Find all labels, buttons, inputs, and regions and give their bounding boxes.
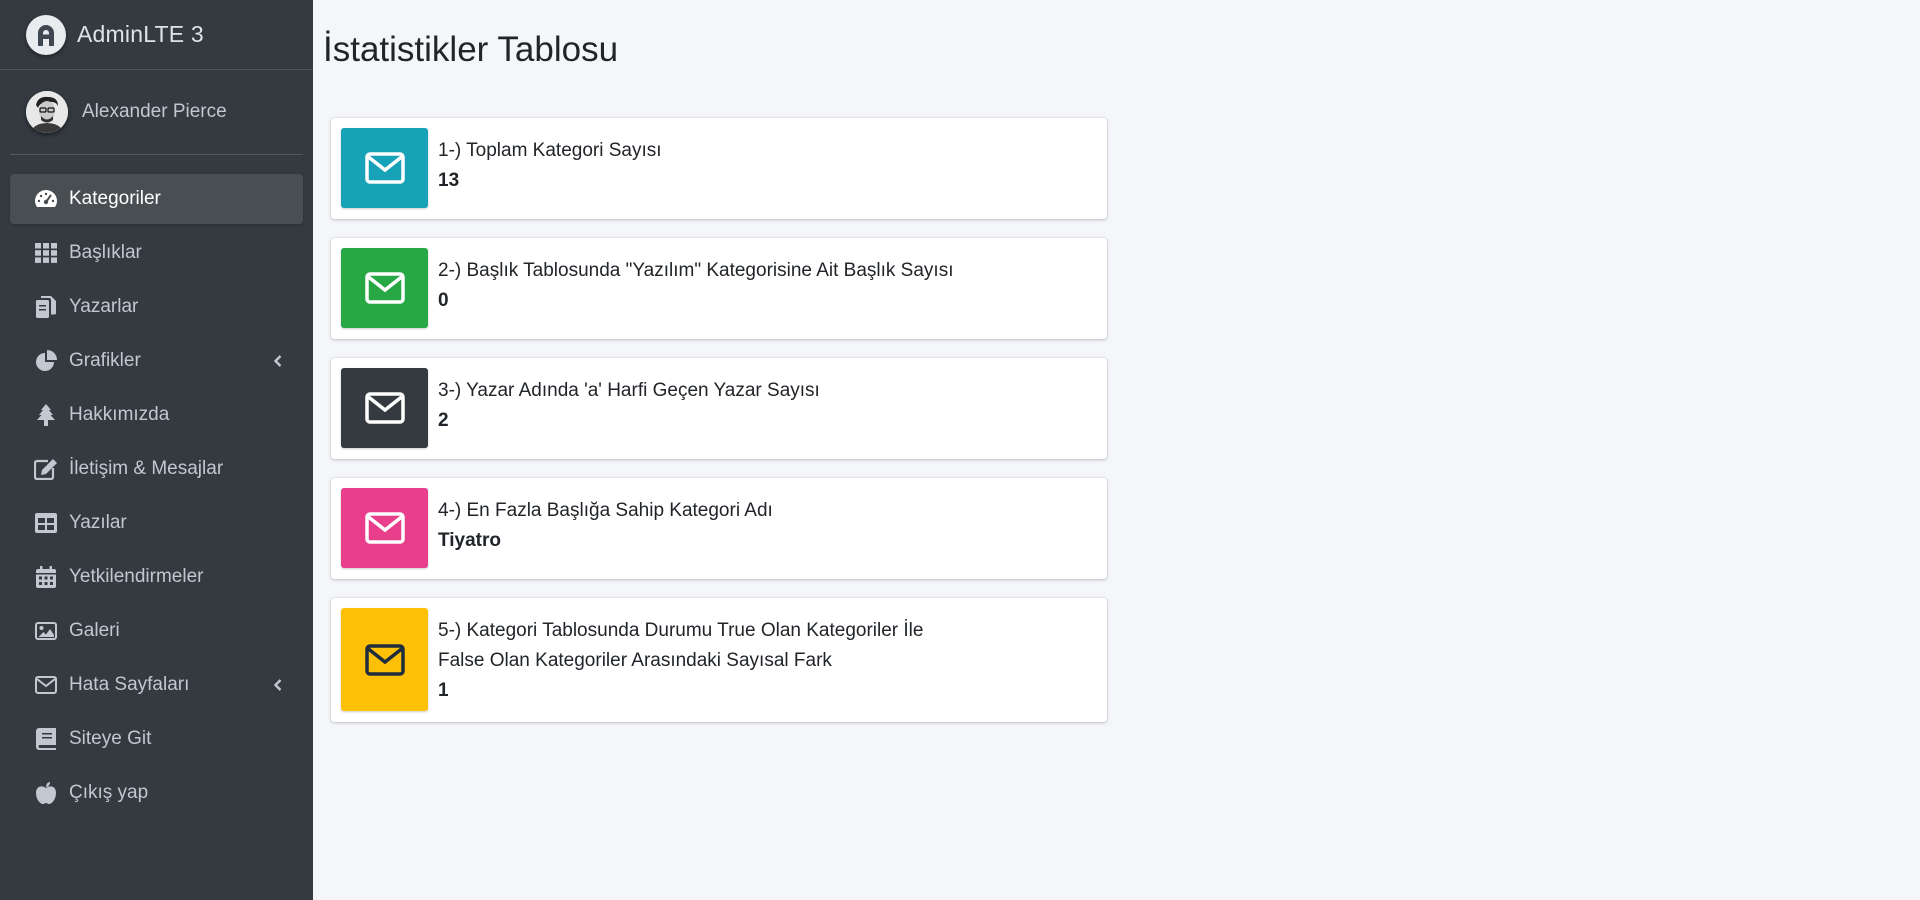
sidebar-item-label: Hakkımızda (69, 404, 170, 425)
sidebar-item-siteye-git[interactable]: Siteye Git (10, 714, 303, 764)
envelope-icon (364, 152, 405, 184)
info-box-icon (341, 608, 428, 711)
sidebar-item-hakkimizda[interactable]: Hakkımızda (10, 390, 303, 440)
sidebar-item-label: Kategoriler (69, 188, 161, 209)
page-title: İstatistikler Tablosu (323, 30, 619, 69)
apple-icon (34, 781, 58, 805)
table-icon (34, 511, 58, 535)
book-icon (34, 727, 58, 751)
sidebar-item-label: Çıkış yap (69, 782, 149, 803)
tree-icon (34, 403, 58, 427)
user-panel: Alexander Pierce (10, 70, 303, 155)
chart-pie-icon (34, 349, 58, 373)
info-box: 2-) Başlık Tablosunda "Yazılım" Kategori… (331, 238, 1107, 339)
th-grid-icon (34, 241, 58, 265)
info-box-icon (341, 488, 428, 568)
brand-text: AdminLTE 3 (77, 21, 204, 47)
info-box-text: 4-) En Fazla Başlığa Sahip Kategori Adı (438, 500, 773, 521)
info-box-text: 2-) Başlık Tablosunda "Yazılım" Kategori… (438, 260, 954, 281)
info-box-content: 3-) Yazar Adında 'a' Harfi Geçen Yazar S… (438, 376, 1087, 436)
sidebar-item-label: Grafikler (69, 350, 141, 371)
info-box-text: 1-) Toplam Kategori Sayısı (438, 140, 662, 161)
info-box-icon (341, 128, 428, 208)
brand-link[interactable]: AdminLTE 3 (0, 0, 313, 70)
sidebar-item-label: İletişim & Mesajlar (69, 458, 224, 479)
info-box-icon (341, 248, 428, 328)
envelope-icon (364, 643, 405, 676)
sidebar-item-basliklar[interactable]: Başlıklar (10, 228, 303, 278)
info-box-number: 0 (438, 290, 449, 311)
envelope-icon (364, 392, 405, 424)
edit-icon (34, 457, 58, 481)
info-box-number: 2 (438, 410, 449, 431)
info-box-text: 5-) Kategori Tablosunda Durumu True Olan… (438, 620, 924, 641)
info-box-content: 2-) Başlık Tablosunda "Yazılım" Kategori… (438, 256, 1087, 316)
sidebar-item-label: Galeri (69, 620, 120, 641)
info-box-text: False Olan Kategoriler Arasındaki Sayısa… (438, 650, 832, 671)
info-box: 4-) En Fazla Başlığa Sahip Kategori Adı … (331, 478, 1107, 579)
info-box-text: 3-) Yazar Adında 'a' Harfi Geçen Yazar S… (438, 380, 820, 401)
sidebar-item-yazarlar[interactable]: Yazarlar (10, 282, 303, 332)
calendar-icon (34, 565, 58, 589)
sidebar-item-label: Siteye Git (69, 728, 152, 749)
brand-logo (26, 14, 66, 55)
tachometer-icon (34, 187, 58, 211)
info-box-icon (341, 368, 428, 448)
chevron-left-icon (273, 355, 282, 367)
info-box-number: 1 (438, 680, 449, 701)
envelope-icon (364, 272, 405, 304)
envelope-icon (364, 512, 405, 544)
user-name[interactable]: Alexander Pierce (82, 101, 227, 123)
sidebar-item-iletisim[interactable]: İletişim & Mesajlar (10, 444, 303, 494)
info-box-content: 4-) En Fazla Başlığa Sahip Kategori Adı … (438, 496, 1087, 556)
info-box: 5-) Kategori Tablosunda Durumu True Olan… (331, 598, 1107, 722)
sidebar-item-label: Yazarlar (69, 296, 139, 317)
sidebar-item-label: Yetkilendirmeler (69, 566, 204, 587)
avatar[interactable] (26, 91, 68, 133)
sidebar-nav: Kategoriler Başlıklar Yazarlar Grafikler (0, 174, 313, 818)
envelope-icon (34, 673, 58, 697)
copy-icon (34, 295, 58, 319)
sidebar-item-yetkilendirmeler[interactable]: Yetkilendirmeler (10, 552, 303, 602)
sidebar-item-hata-sayfalari[interactable]: Hata Sayfaları (10, 660, 303, 710)
sidebar: AdminLTE 3 Alexander Pierce Kategoriler (0, 0, 313, 900)
image-icon (34, 619, 58, 643)
info-box-content: 1-) Toplam Kategori Sayısı 13 (438, 136, 1087, 196)
info-box: 1-) Toplam Kategori Sayısı 13 (331, 118, 1107, 219)
sidebar-item-grafikler[interactable]: Grafikler (10, 336, 303, 386)
sidebar-item-yazilar[interactable]: Yazılar (10, 498, 303, 548)
sidebar-item-kategoriler[interactable]: Kategoriler (10, 174, 303, 224)
sidebar-item-galeri[interactable]: Galeri (10, 606, 303, 656)
sidebar-item-cikis[interactable]: Çıkış yap (10, 768, 303, 818)
content-wrapper: İstatistikler Tablosu 1-) Toplam Kategor… (313, 0, 1920, 900)
info-box-number: Tiyatro (438, 530, 502, 551)
info-box: 3-) Yazar Adında 'a' Harfi Geçen Yazar S… (331, 358, 1107, 459)
sidebar-item-label: Başlıklar (69, 242, 142, 263)
chevron-left-icon (273, 679, 282, 691)
sidebar-item-label: Yazılar (69, 512, 127, 533)
sidebar-item-label: Hata Sayfaları (69, 674, 190, 695)
info-box-content: 5-) Kategori Tablosunda Durumu True Olan… (438, 616, 1087, 706)
info-box-number: 13 (438, 170, 460, 191)
